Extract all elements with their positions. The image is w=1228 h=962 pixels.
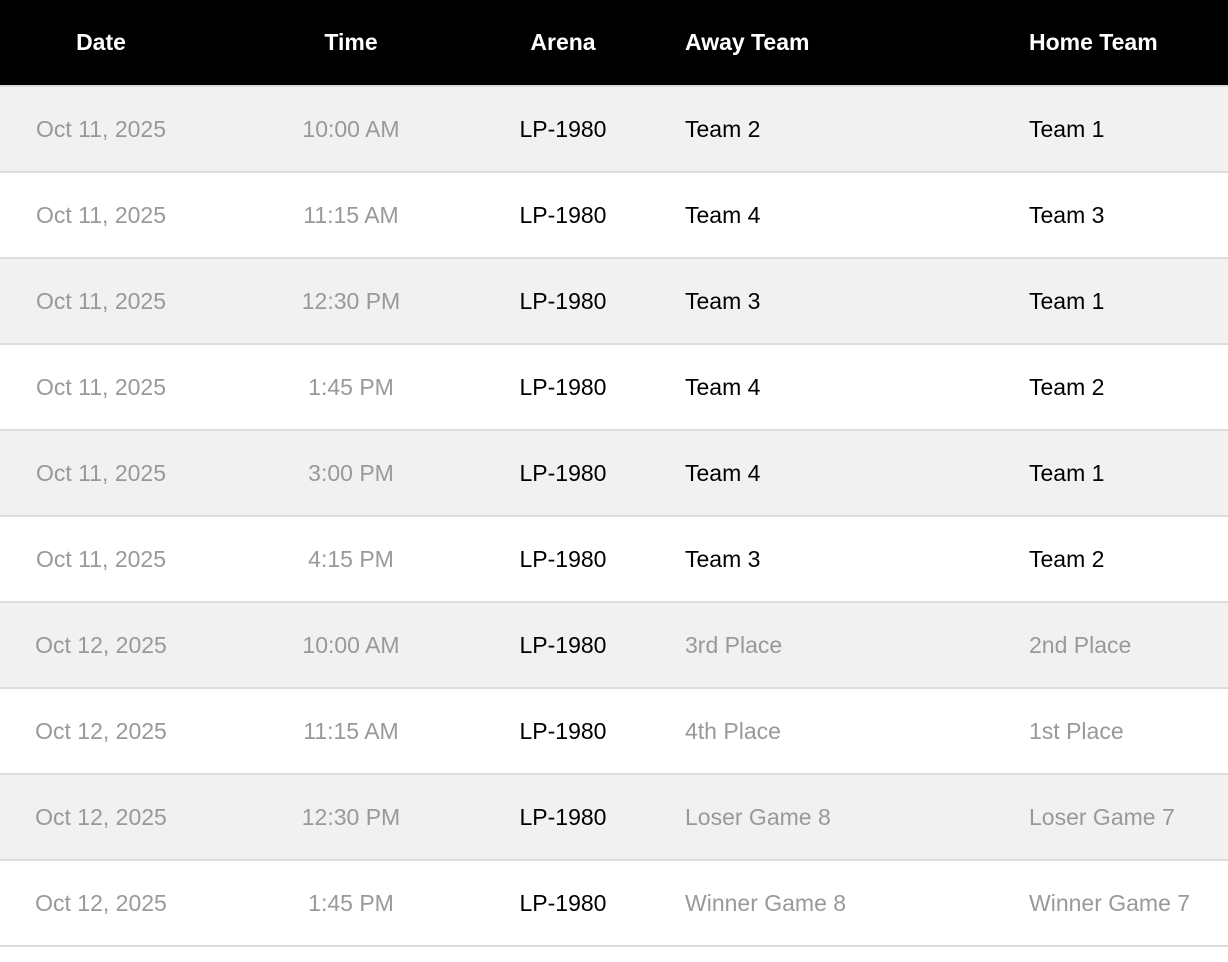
- cell-date: Oct 12, 2025: [0, 601, 202, 688]
- cell-home-team: Team 2: [1029, 343, 1228, 430]
- cell-time: 11:15 AM: [202, 687, 500, 774]
- cell-arena: LP-1980: [500, 171, 626, 258]
- cell-home-team: Loser Game 7: [1029, 773, 1228, 860]
- cell-away-team: 3rd Place: [626, 601, 1029, 688]
- cell-away-team: Winner Game 8: [626, 859, 1029, 947]
- cell-time: 12:30 PM: [202, 773, 500, 860]
- table-row: Oct 12, 2025 10:00 AM LP-1980 3rd Place 2nd …: [0, 601, 1228, 688]
- cell-date: Oct 12, 2025: [0, 687, 202, 774]
- table-header: Date Time Arena Away Team Home Team: [0, 0, 1228, 86]
- cell-date: Oct 11, 2025: [0, 171, 202, 258]
- table-row: Oct 11, 2025 3:00 PM LP-1980 Team 4 Team 1: [0, 429, 1228, 516]
- cell-arena: LP-1980: [500, 343, 626, 430]
- cell-away-team: 4th Place: [626, 687, 1029, 774]
- table-row: Oct 12, 2025 12:30 PM LP-1980 Loser Game 8L…: [0, 773, 1228, 860]
- cell-time: 11:15 AM: [202, 171, 500, 258]
- table-row: Oct 11, 2025 12:30 PM LP-1980 Team 3 Team 1: [0, 257, 1228, 344]
- cell-time: 10:00 AM: [202, 601, 500, 688]
- cell-time: 10:00 AM: [202, 85, 500, 172]
- column-header-date: Date: [76, 29, 126, 55]
- cell-time: 1:45 PM: [202, 859, 500, 947]
- cell-time: 3:00 PM: [202, 429, 500, 516]
- cell-date: Oct 12, 2025: [0, 773, 202, 860]
- cell-away-team: Team 2: [626, 85, 1029, 172]
- column-header-home-team: Home Team: [1029, 29, 1158, 55]
- column-header-away-team: Away Team: [685, 29, 810, 55]
- cell-home-team: Team 1: [1029, 257, 1228, 344]
- cell-arena: LP-1980: [500, 601, 626, 688]
- cell-home-team: 1st Place: [1029, 687, 1228, 774]
- cell-time: 12:30 PM: [202, 257, 500, 344]
- cell-away-team: Loser Game 8: [626, 773, 1029, 860]
- cell-arena: LP-1980: [500, 85, 626, 172]
- cell-date: Oct 11, 2025: [0, 429, 202, 516]
- table-body: Oct 11, 2025 10:00 AM LP-1980 Team 2 Team 1O…: [0, 85, 1228, 947]
- table-row: Oct 12, 2025 11:15 AM LP-1980 4th Place 1st …: [0, 687, 1228, 774]
- cell-date: Oct 11, 2025: [0, 257, 202, 344]
- cell-arena: LP-1980: [500, 687, 626, 774]
- schedule-table: Date Time Arena Away Team Home Team Oct …: [0, 0, 1228, 947]
- cell-arena: LP-1980: [500, 429, 626, 516]
- header-row: Date Time Arena Away Team Home Team: [0, 0, 1228, 86]
- table-row: Oct 11, 2025 1:45 PM LP-1980 Team 4 Team 2: [0, 343, 1228, 430]
- cell-arena: LP-1980: [500, 515, 626, 602]
- column-header-time: Time: [324, 29, 378, 55]
- cell-away-team: Team 3: [626, 515, 1029, 602]
- cell-time: 4:15 PM: [202, 515, 500, 602]
- cell-arena: LP-1980: [500, 257, 626, 344]
- cell-time: 1:45 PM: [202, 343, 500, 430]
- cell-date: Oct 11, 2025: [0, 343, 202, 430]
- cell-away-team: Team 4: [626, 343, 1029, 430]
- table-row: Oct 11, 2025 10:00 AM LP-1980 Team 2 Team 1: [0, 85, 1228, 172]
- cell-date: Oct 11, 2025: [0, 85, 202, 172]
- cell-home-team: Team 3: [1029, 171, 1228, 258]
- cell-home-team: Team 1: [1029, 429, 1228, 516]
- cell-date: Oct 12, 2025: [0, 859, 202, 947]
- cell-home-team: Team 2: [1029, 515, 1228, 602]
- cell-away-team: Team 4: [626, 429, 1029, 516]
- cell-away-team: Team 4: [626, 171, 1029, 258]
- cell-arena: LP-1980: [500, 859, 626, 947]
- cell-home-team: Winner Game 7: [1029, 859, 1228, 947]
- cell-away-team: Team 3: [626, 257, 1029, 344]
- cell-date: Oct 11, 2025: [0, 515, 202, 602]
- column-header-arena: Arena: [530, 29, 596, 55]
- cell-arena: LP-1980: [500, 773, 626, 860]
- cell-home-team: Team 1: [1029, 85, 1228, 172]
- cell-home-team: 2nd Place: [1029, 601, 1228, 688]
- table-row: Oct 11, 2025 4:15 PM LP-1980 Team 3 Team 2: [0, 515, 1228, 602]
- table-row: Oct 11, 2025 11:15 AM LP-1980 Team 4 Team 3: [0, 171, 1228, 258]
- table-row: Oct 12, 2025 1:45 PM LP-1980 Winner Game 8W…: [0, 859, 1228, 947]
